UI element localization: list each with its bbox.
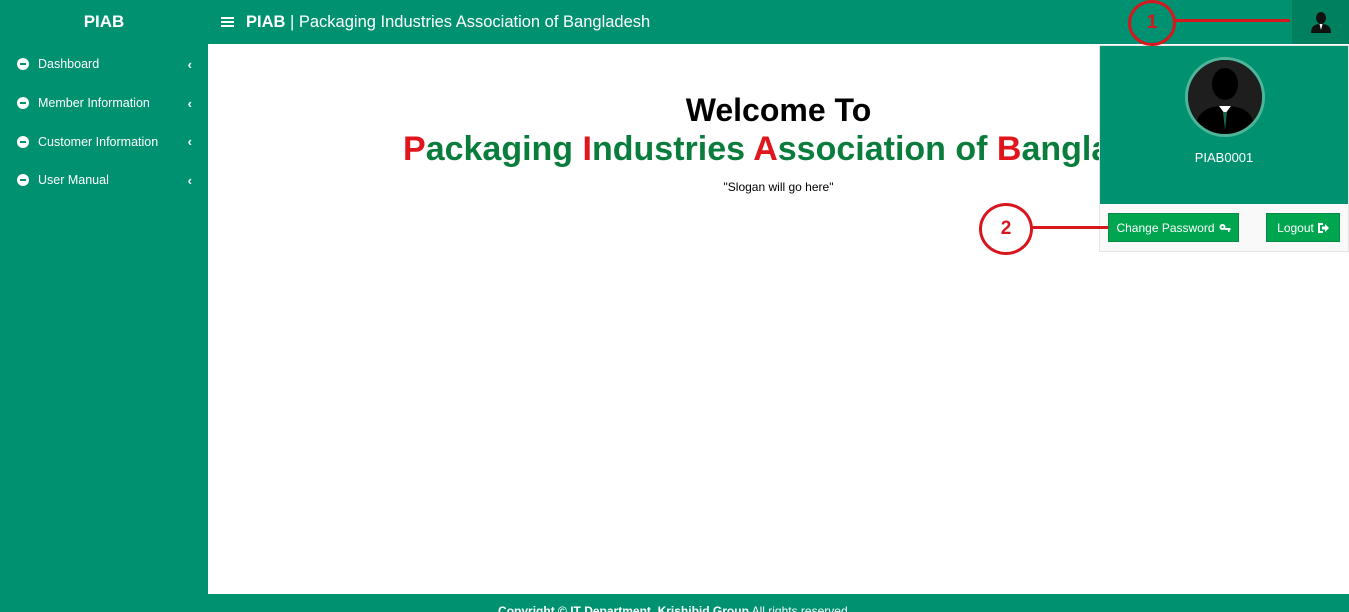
org-name-part: ssociation of bbox=[777, 130, 997, 168]
org-name-part: ndustries bbox=[591, 130, 754, 168]
change-password-label: Change Password bbox=[1116, 220, 1215, 235]
sidebar: PIAB Dashboard ‹ Member Information ‹ Cu… bbox=[0, 0, 208, 594]
minus-circle-icon bbox=[17, 135, 29, 148]
minus-circle-icon bbox=[17, 97, 29, 110]
user-dropdown-menu: PIAB0001 Change Password Logout bbox=[1099, 45, 1349, 252]
sidebar-item-label: Dashboard bbox=[38, 57, 100, 72]
org-initial-a: A bbox=[753, 130, 778, 168]
hamburger-menu-icon[interactable] bbox=[221, 17, 234, 27]
annotation-line-2 bbox=[1032, 226, 1108, 229]
chevron-left-icon: ‹ bbox=[187, 134, 192, 150]
sidebar-item-customer-information[interactable]: Customer Information ‹ bbox=[0, 122, 208, 161]
minus-circle-icon bbox=[17, 58, 29, 71]
footer-copyright-bold: Copyright © IT Department, Krishibid Gro… bbox=[498, 604, 749, 612]
logout-button[interactable]: Logout bbox=[1266, 213, 1340, 242]
sidebar-item-label: User Manual bbox=[38, 173, 109, 188]
user-menu-button[interactable] bbox=[1292, 0, 1349, 44]
footer-copyright-rest: All rights reserved. bbox=[748, 604, 851, 612]
user-icon bbox=[1310, 12, 1331, 33]
user-avatar-icon bbox=[1188, 60, 1262, 134]
logout-label: Logout bbox=[1277, 220, 1314, 235]
sidebar-item-label: Customer Information bbox=[38, 134, 159, 149]
sidebar-item-user-manual[interactable]: User Manual ‹ bbox=[0, 161, 208, 200]
avatar bbox=[1185, 57, 1265, 137]
organization-name: Packaging Industries Association of Bang… bbox=[403, 130, 1190, 169]
change-password-button[interactable]: Change Password bbox=[1108, 213, 1239, 242]
chevron-left-icon: ‹ bbox=[187, 56, 192, 72]
org-initial-i: I bbox=[582, 130, 592, 168]
user-dropdown-header: PIAB0001 bbox=[1100, 46, 1348, 204]
sidebar-item-member-information[interactable]: Member Information ‹ bbox=[0, 84, 208, 123]
key-icon bbox=[1219, 223, 1231, 232]
chevron-left-icon: ‹ bbox=[187, 172, 192, 188]
org-initial-p: P bbox=[403, 130, 426, 168]
sidebar-item-dashboard[interactable]: Dashboard ‹ bbox=[0, 45, 208, 84]
header-title-rest: | Packaging Industries Association of Ba… bbox=[285, 12, 651, 31]
annotation-marker-1: 1 bbox=[1128, 0, 1176, 46]
annotation-marker-2: 2 bbox=[979, 203, 1033, 255]
top-navbar: PIAB | Packaging Industries Association … bbox=[208, 0, 1349, 44]
page-header-title: PIAB | Packaging Industries Association … bbox=[246, 13, 650, 32]
sidebar-menu: Dashboard ‹ Member Information ‹ Custome… bbox=[0, 45, 208, 200]
username-label: PIAB0001 bbox=[1194, 150, 1254, 165]
annotation-line-1 bbox=[1175, 19, 1290, 22]
footer: Copyright © IT Department, Krishibid Gro… bbox=[0, 594, 1349, 612]
sidebar-brand[interactable]: PIAB bbox=[0, 0, 208, 44]
minus-circle-icon bbox=[17, 174, 29, 187]
chevron-left-icon: ‹ bbox=[187, 95, 192, 111]
org-initial-b: B bbox=[996, 130, 1022, 168]
header-title-bold: PIAB bbox=[246, 12, 286, 31]
sidebar-item-label: Member Information bbox=[38, 96, 150, 111]
org-name-part: ackaging bbox=[425, 130, 583, 168]
footer-copyright: Copyright © IT Department, Krishibid Gro… bbox=[0, 604, 1349, 612]
sign-out-icon bbox=[1317, 222, 1329, 233]
